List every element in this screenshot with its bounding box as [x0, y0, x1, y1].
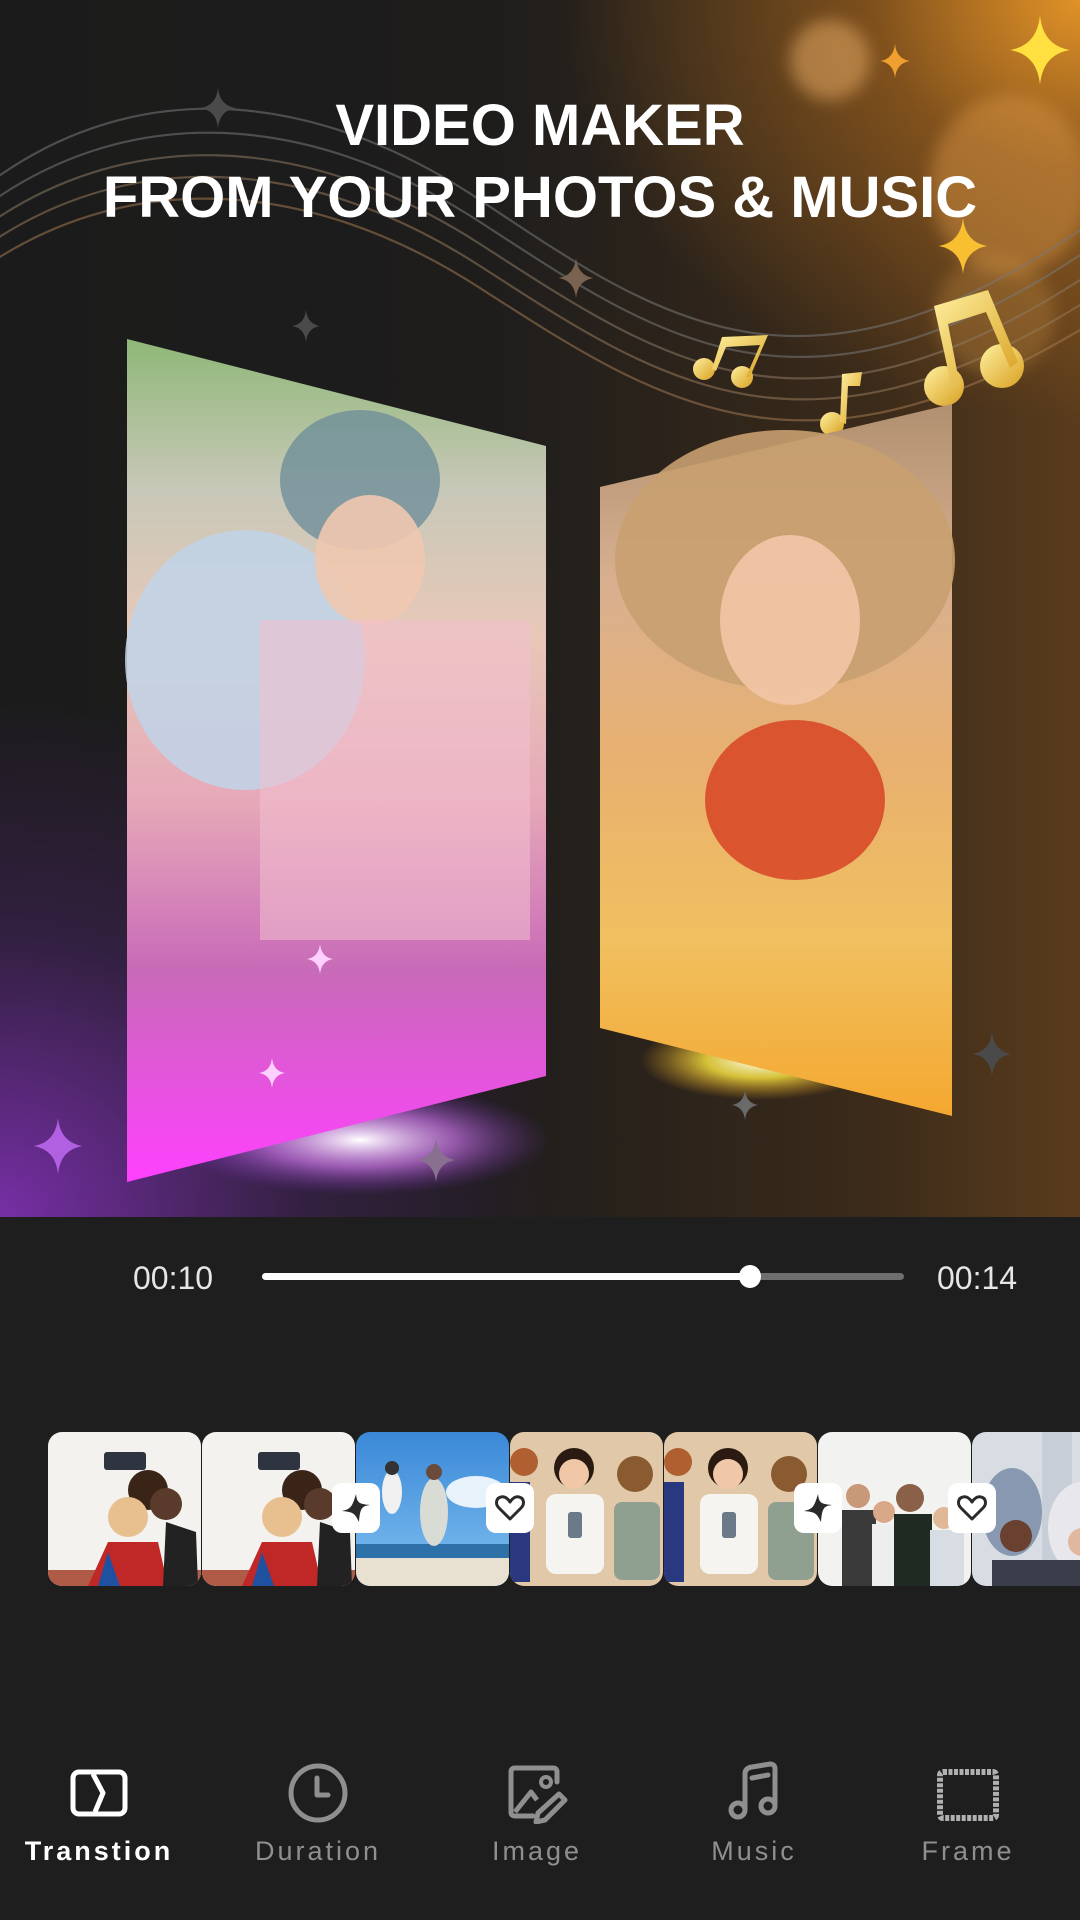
clip-thumbnail[interactable]	[48, 1432, 201, 1586]
sparkle-icon	[416, 1138, 456, 1182]
transition-badge[interactable]	[794, 1483, 842, 1533]
sparkle-icon	[200, 88, 236, 128]
sparkle-icon	[33, 1118, 83, 1174]
sparkle-icon	[880, 44, 910, 78]
sparkle-icon	[306, 944, 334, 974]
sparkle-icon	[1010, 15, 1070, 85]
frame-icon	[937, 1769, 999, 1821]
tab-label: Image	[491, 1836, 583, 1866]
tab-transition[interactable]: Transtion	[0, 1760, 199, 1880]
tab-frame[interactable]: Frame	[868, 1760, 1068, 1880]
current-time: 00:10	[133, 1260, 214, 1296]
shuriken-transition-icon	[342, 1494, 370, 1522]
music-note-icon	[728, 1761, 778, 1820]
sparkle-icon	[292, 310, 320, 342]
transition-icon	[70, 1769, 128, 1817]
tab-image[interactable]: Image	[437, 1760, 637, 1880]
tab-duration[interactable]: Duration	[218, 1760, 418, 1880]
tab-label: Frame	[921, 1836, 1015, 1866]
dress-shape	[260, 620, 530, 940]
clock-icon	[288, 1763, 348, 1823]
sparkle-icon	[258, 1058, 286, 1088]
sparkle-icon	[972, 1032, 1012, 1076]
face-shape	[315, 495, 425, 625]
sparkle-icon	[938, 218, 988, 274]
heart-transition-icon	[957, 1495, 987, 1521]
sparkle-icon	[731, 1090, 759, 1120]
tab-music[interactable]: Music	[654, 1760, 854, 1880]
seek-bar-progress	[262, 1273, 750, 1280]
total-time: 00:14	[937, 1260, 1018, 1296]
seek-bar-thumb[interactable]	[738, 1265, 761, 1288]
face-shape	[720, 535, 860, 705]
tab-label: Duration	[254, 1836, 382, 1866]
tab-label: Music	[711, 1836, 797, 1866]
image-edit-icon	[508, 1765, 568, 1824]
sparkle-icon	[558, 258, 594, 298]
shuriken-transition-icon	[804, 1494, 832, 1522]
playback-controls	[0, 1217, 1080, 1417]
heart-transition-icon	[495, 1495, 525, 1521]
clip-timeline[interactable]	[48, 1432, 1080, 1586]
transition-badge[interactable]	[948, 1483, 996, 1533]
transition-badge[interactable]	[486, 1483, 534, 1533]
tab-label: Transtion	[24, 1836, 174, 1866]
hero-banner: VIDEO MAKER FROM YOUR PHOTOS & MUSIC	[0, 0, 1080, 1217]
roses-shape	[705, 720, 885, 880]
photo-panel-left	[125, 339, 955, 1195]
seek-bar[interactable]	[262, 1265, 904, 1288]
transition-badge[interactable]	[332, 1483, 380, 1533]
